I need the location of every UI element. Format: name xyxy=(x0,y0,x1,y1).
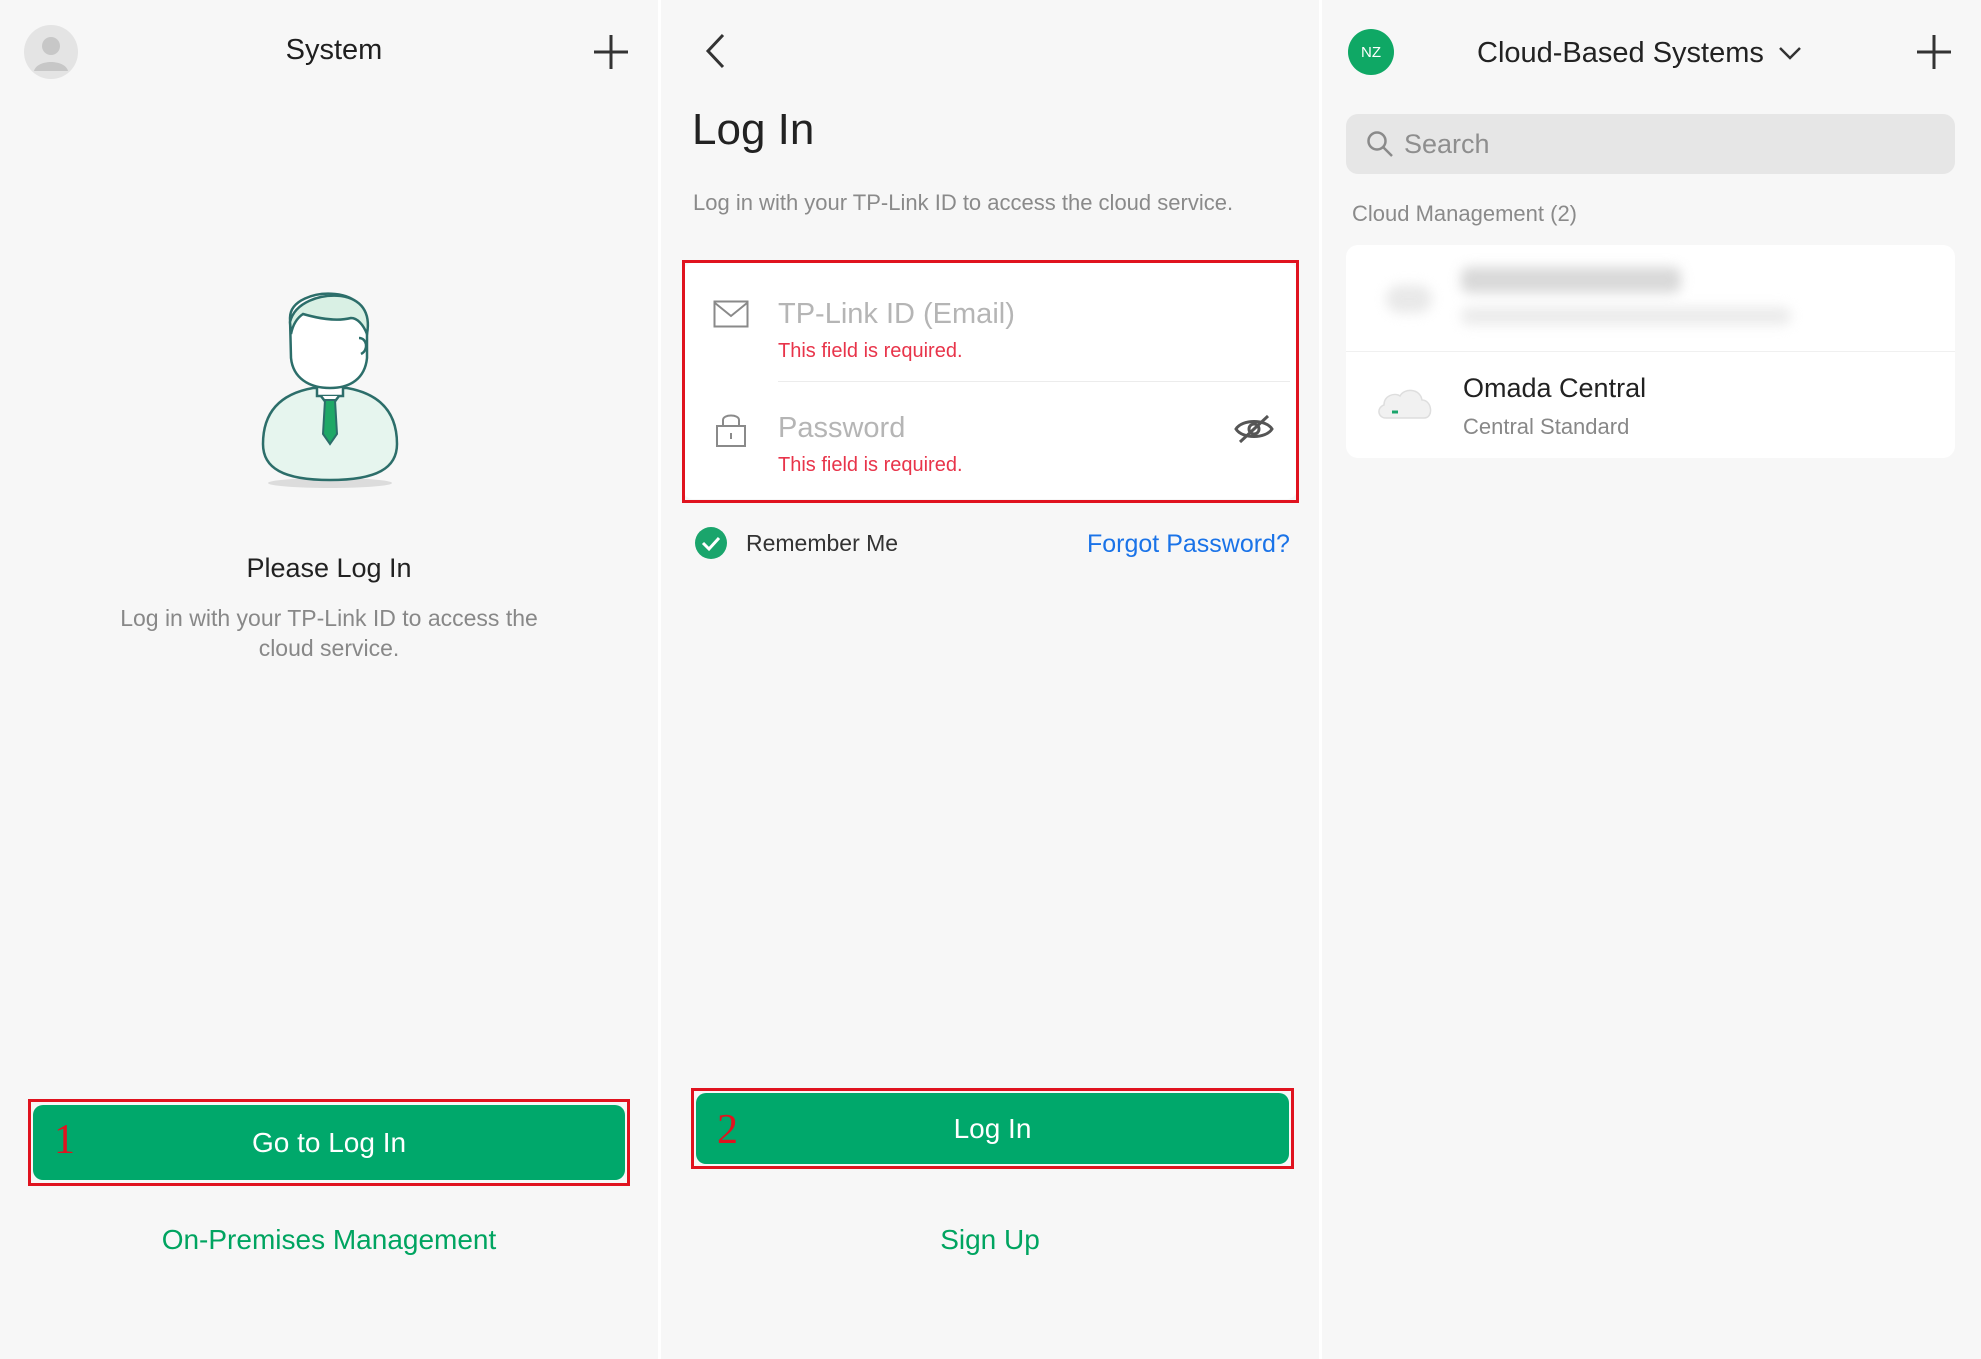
password-field[interactable]: Password xyxy=(778,412,1138,445)
user-illustration-icon xyxy=(255,288,405,488)
field-divider xyxy=(778,381,1290,382)
please-log-in-description: Log in with your TP-Link ID to access th… xyxy=(120,605,538,661)
search-input[interactable]: Search xyxy=(1404,129,1490,160)
avatar-initials: NZ xyxy=(1361,43,1381,61)
cloud-icon xyxy=(1376,386,1434,420)
email-field[interactable]: TP-Link ID (Email) xyxy=(778,298,1178,331)
login-subtitle: Log in with your TP-Link ID to access th… xyxy=(693,190,1234,215)
system-selector[interactable]: Cloud-Based Systems xyxy=(1477,33,1802,73)
email-error-text: This field is required. xyxy=(778,340,963,362)
search-bar[interactable]: Search xyxy=(1346,114,1955,174)
sign-up-link[interactable]: Sign Up xyxy=(661,1224,1319,1256)
omada-central-name[interactable]: Omada Central xyxy=(1463,373,1646,404)
on-premises-management-link[interactable]: On-Premises Management xyxy=(0,1224,658,1256)
eye-off-icon[interactable] xyxy=(1234,413,1274,445)
remember-me-label[interactable]: Remember Me xyxy=(746,530,898,557)
account-avatar[interactable]: NZ xyxy=(1348,29,1394,75)
blurred-list-item[interactable] xyxy=(1346,245,1955,351)
chevron-down-icon xyxy=(1778,45,1802,61)
cloud-systems-title: Cloud-Based Systems xyxy=(1477,36,1764,69)
section-label: Cloud Management (2) xyxy=(1352,201,1578,226)
forgot-password-link[interactable]: Forgot Password? xyxy=(1087,530,1290,559)
step-marker-2: 2 xyxy=(717,1107,738,1153)
omada-central-plan: Central Standard xyxy=(1463,414,1630,439)
step-marker-1: 1 xyxy=(54,1117,75,1163)
please-log-in-heading: Please Log In xyxy=(246,553,412,583)
remember-me-check-circle-icon[interactable] xyxy=(695,527,727,559)
lock-icon xyxy=(715,410,747,448)
search-icon xyxy=(1366,130,1394,158)
page-title: System xyxy=(285,34,383,66)
list-divider xyxy=(1346,351,1955,352)
log-in-button[interactable]: Log In xyxy=(696,1093,1289,1164)
login-panel: Log In Log in with your TP-Link ID to ac… xyxy=(661,0,1319,1359)
go-to-log-in-button[interactable]: Go to Log In xyxy=(33,1105,625,1180)
system-panel: System Please Log In Log in with your TP… xyxy=(0,0,658,1359)
add-plus-icon[interactable] xyxy=(1915,33,1953,71)
cloud-systems-panel: NZ Cloud-Based Systems Search Cloud Mana… xyxy=(1322,0,1981,1359)
back-chevron-icon[interactable] xyxy=(703,32,727,70)
mail-icon xyxy=(713,300,749,328)
password-error-text: This field is required. xyxy=(778,454,963,476)
login-title: Log In xyxy=(692,105,815,154)
add-plus-icon[interactable] xyxy=(592,33,630,71)
